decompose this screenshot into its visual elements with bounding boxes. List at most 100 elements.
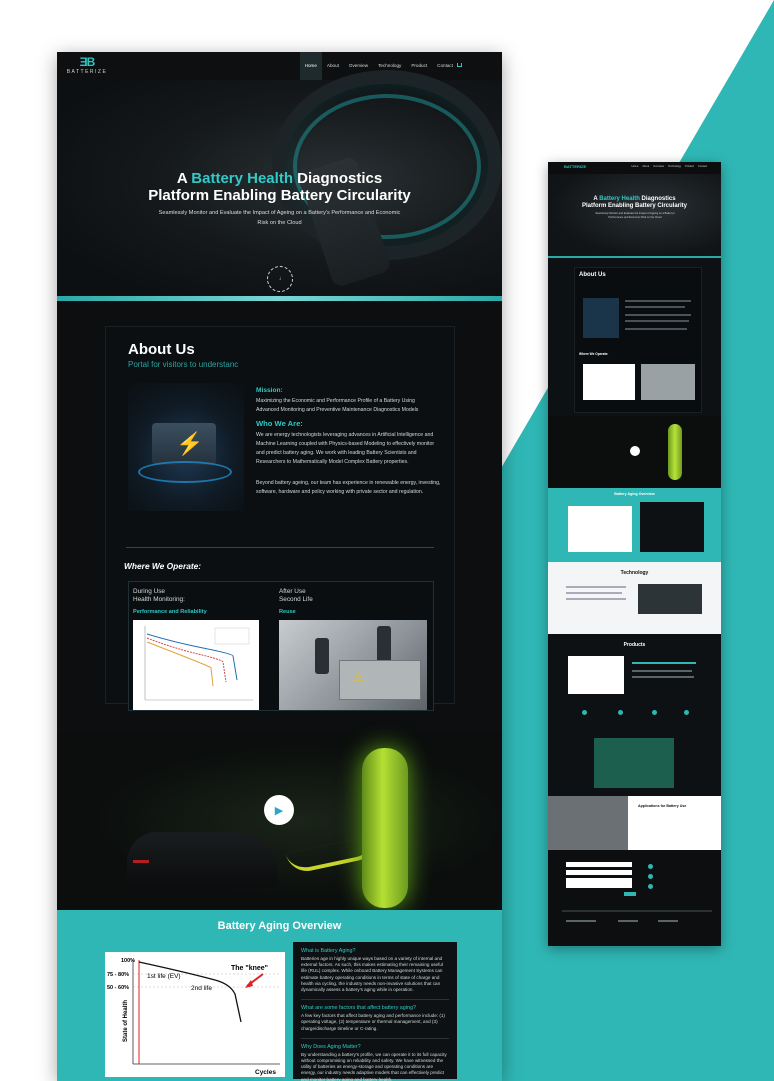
tail-light — [133, 860, 149, 863]
mini-aging-section: Battery Aging Overview — [548, 488, 721, 562]
capacity-curves — [144, 626, 253, 701]
mini-nav-item: Contact — [698, 165, 707, 168]
mini-feature-icon — [618, 710, 623, 715]
mini-contact-icon — [648, 864, 653, 869]
mini-battery-tube — [668, 424, 682, 480]
x-axis-label: Cycles — [255, 1069, 276, 1076]
section-divider — [126, 547, 434, 548]
mini-battery-image — [583, 298, 619, 338]
nav-item-home[interactable]: Home — [299, 52, 322, 80]
hero-title-line2: Platform Enabling Battery Circularity — [148, 187, 411, 204]
website-main-preview: ƎB BATTERIZE Home About Overview Technol… — [57, 52, 502, 1081]
mini-video — [548, 416, 721, 494]
mini-contact-icon — [648, 884, 653, 889]
mini-hero-strip — [548, 256, 721, 258]
logo-mark-icon: ƎB — [79, 55, 96, 69]
after-use-title: After Use Second Life — [279, 588, 313, 603]
battery-icon: ⚡ — [152, 423, 216, 465]
cart-icon[interactable] — [457, 63, 462, 67]
where-we-operate-panel: During Use Health Monitoring: Performanc… — [128, 581, 434, 711]
where-heading: Where We Operate: — [124, 561, 202, 571]
mini-contact-footer — [548, 850, 721, 946]
mini-hero-title-line2: Platform Enabling Battery Circularity — [581, 203, 688, 209]
mini-feature-icon — [652, 710, 657, 715]
hero-title: A Battery Health Diagnostics Platform En… — [57, 170, 502, 204]
play-button-icon[interactable]: ▶ — [264, 795, 294, 825]
about-section: About Us Portal for visitors to understa… — [105, 326, 455, 711]
mini-applications-section: Applications for Battery Use — [548, 796, 721, 850]
mini-submit-button — [624, 892, 636, 896]
state-of-health-chart: 100% 75 - 80% 50 - 60% State of Health C… — [107, 958, 280, 1076]
mini-hero-subtitle: Seamlessly Monitor and Evaluate the Impa… — [595, 212, 675, 219]
mission-heading: Mission: — [256, 387, 283, 394]
mini-feature-icon — [684, 710, 689, 715]
mini-text-line — [618, 920, 638, 922]
battery-glow-ring — [138, 461, 232, 483]
mockup-stage: ƎB BATTERIZE Home About Overview Technol… — [0, 0, 774, 1081]
mini-text-line — [566, 598, 626, 600]
nav-item-contact[interactable]: Contact — [432, 52, 458, 80]
mini-technology-section: Technology — [548, 562, 721, 634]
car-silhouette — [127, 832, 277, 888]
knee-label: The "knee" — [231, 965, 268, 972]
faq-question: What are some factors that affect batter… — [301, 1005, 416, 1012]
hero-title-highlight: Battery Health — [191, 170, 293, 187]
who-heading: Who We Are: — [256, 419, 303, 428]
nav-item-about[interactable]: About — [322, 52, 344, 80]
mini-text-line — [625, 314, 691, 316]
battery-illustration: ⚡ — [128, 383, 244, 511]
mini-nav-menu: Home About Overview Technology Product C… — [627, 165, 707, 168]
mini-contact-icon — [648, 874, 653, 879]
faq-answer: Batteries age in highly unique ways base… — [301, 956, 443, 993]
aging-heading: Battery Aging Overview — [217, 920, 342, 932]
mini-text-line — [566, 592, 622, 594]
y-tick-75-80: 75 - 80% — [107, 972, 129, 978]
mini-text-line — [566, 586, 626, 588]
mini-text-line — [632, 662, 696, 664]
mini-input — [566, 862, 632, 867]
second-life-label: 2nd life — [191, 985, 212, 992]
lab-photo: ⚠ — [279, 620, 427, 710]
website-full-page-preview: BATTERIZE Home About Overview Technology… — [548, 162, 721, 946]
battery-tube-graphic — [362, 748, 408, 908]
mini-nav-item: Overview — [653, 165, 664, 168]
mini-text-line — [566, 920, 596, 922]
scroll-down-icon[interactable]: ↓ — [267, 266, 293, 292]
logo[interactable]: ƎB BATTERIZE — [67, 55, 107, 75]
during-use-title: During Use Health Monitoring: — [133, 588, 185, 603]
y-tick-50-60: 50 - 60% — [107, 985, 129, 991]
aging-overview-section: Battery Aging Overview 100% 75 - 80% 50 … — [57, 910, 502, 1081]
faq-answer: A few key factors that affect battery ag… — [301, 1013, 445, 1031]
mini-tech-image — [638, 584, 702, 614]
hero-subtitle: Seamlessly Monitor and Evaluate the Impa… — [158, 210, 401, 226]
who-text-secondary: Beyond battery ageing, our team has expe… — [256, 480, 441, 495]
mini-products-section: Products — [548, 634, 721, 796]
hero-bottom-strip — [57, 296, 502, 301]
mini-hero: A Battery Health Diagnostics Platform En… — [548, 174, 721, 258]
mini-text-line — [625, 320, 689, 322]
mini-about: About Us Where We Operate: — [574, 267, 702, 413]
mini-hero-title-highlight: Battery Health — [599, 196, 640, 202]
mini-textarea — [566, 878, 632, 888]
mini-photo-card — [641, 364, 695, 400]
hero-title-pre: A — [176, 170, 192, 187]
mini-mechanic-photo — [548, 796, 628, 850]
mini-chart-card — [583, 364, 635, 400]
mini-aging-chart — [568, 506, 632, 552]
capacity-chart-image — [133, 620, 259, 710]
mini-where-heading: Where We Operate: — [579, 352, 609, 356]
mini-play-icon — [630, 446, 640, 456]
faq-question: What is Battery Aging? — [301, 948, 356, 954]
lightning-icon: ⚡ — [176, 431, 204, 456]
mini-nav-item: Home — [631, 165, 639, 168]
faq-question: Why Does Aging Matter? — [301, 1043, 361, 1050]
mini-input — [566, 870, 632, 875]
mission-text: Maximizing the Economic and Performance … — [256, 398, 419, 413]
mini-text-line — [625, 300, 691, 302]
mini-aging-heading: Battery Aging Overview — [614, 492, 655, 496]
mini-text-line — [632, 670, 692, 672]
faq-divider — [301, 999, 449, 1001]
mini-footer-divider — [562, 910, 712, 912]
battery-rig — [339, 660, 421, 700]
person-figure — [315, 638, 329, 674]
